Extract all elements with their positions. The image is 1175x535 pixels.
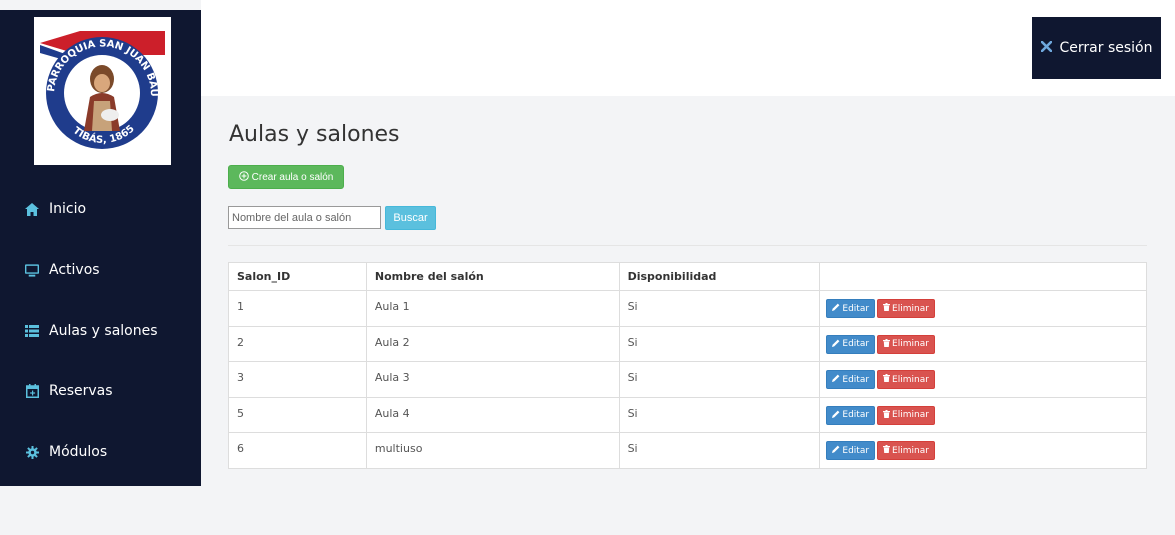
edit-button[interactable]: Editar	[826, 334, 876, 354]
table-row: 1 Aula 1 Si Editar Eliminar	[228, 290, 1147, 327]
trash-icon	[883, 445, 891, 456]
cell-availability: Si	[618, 361, 821, 398]
close-icon	[1040, 40, 1052, 56]
cell-name: Aula 3	[365, 361, 620, 398]
column-header-actions	[819, 262, 1147, 291]
cell-salon-id: 2	[228, 325, 367, 362]
cell-name: Aula 1	[365, 290, 620, 327]
edit-button[interactable]: Editar	[826, 441, 876, 460]
delete-label: Eliminar	[892, 374, 929, 385]
sidebar-item-modulos[interactable]: Módulos	[0, 432, 201, 472]
cell-availability: Si	[618, 432, 821, 469]
table-row: 3 Aula 3 Si Editar Eliminar	[228, 361, 1147, 398]
sidebar-item-aulas-y-salones[interactable]: Aulas y salones	[0, 311, 201, 351]
cell-availability: Si	[618, 325, 821, 362]
delete-button[interactable]: Eliminar	[877, 405, 935, 425]
trash-icon	[883, 338, 891, 350]
sidebar-item-label: Activos	[49, 262, 100, 278]
column-header-availability: Disponibilidad	[618, 262, 821, 291]
trash-icon	[883, 303, 891, 314]
edit-label: Editar	[842, 410, 870, 420]
create-classroom-button[interactable]: Crear aula o salón	[228, 165, 344, 189]
column-header-salon-id: Salon_ID	[228, 262, 367, 291]
divider	[228, 245, 1147, 246]
edit-button[interactable]: Editar	[826, 370, 876, 389]
trash-icon	[883, 374, 891, 385]
trash-icon	[883, 409, 891, 421]
delete-button[interactable]: Eliminar	[877, 441, 935, 460]
pencil-icon	[832, 445, 840, 456]
sidebar-item-inicio[interactable]: Inicio	[0, 189, 201, 229]
cell-salon-id: 5	[228, 396, 367, 433]
classrooms-table: Salon_ID Nombre del salón Disponibilidad…	[228, 262, 1147, 469]
create-label: Crear aula o salón	[251, 171, 334, 183]
delete-button[interactable]: Eliminar	[877, 334, 935, 354]
cell-actions: Editar Eliminar	[819, 396, 1147, 433]
pencil-icon	[832, 339, 840, 350]
edit-button[interactable]: Editar	[826, 405, 876, 425]
edit-label: Editar	[842, 303, 870, 314]
sidebar-item-label: Inicio	[49, 201, 87, 217]
cell-name: multiuso	[365, 432, 620, 469]
pencil-icon	[832, 374, 840, 385]
logout-label: Cerrar sesión	[1059, 40, 1153, 56]
cell-name: Aula 2	[365, 325, 620, 362]
table-row: 5 Aula 4 Si Editar Eliminar	[228, 396, 1147, 433]
calendar-plus-icon	[25, 384, 39, 398]
cell-salon-id: 1	[228, 290, 367, 327]
cell-actions: Editar Eliminar	[819, 361, 1147, 398]
delete-label: Eliminar	[892, 303, 929, 314]
cell-actions: Editar Eliminar	[819, 290, 1147, 327]
sidebar-item-label: Reservas	[49, 383, 113, 399]
edit-label: Editar	[842, 339, 870, 349]
delete-button[interactable]: Eliminar	[877, 299, 935, 318]
sidebar: PARROQUIA SAN JUAN BAUTISTA TIBÁS, 1865 …	[0, 10, 201, 486]
pencil-icon	[832, 410, 840, 421]
delete-label: Eliminar	[892, 445, 929, 456]
plus-circle-icon	[238, 170, 249, 184]
search-button[interactable]: Buscar	[385, 206, 436, 230]
table-row: 6 multiuso Si Editar Eliminar	[228, 432, 1147, 469]
sidebar-item-reservas[interactable]: Reservas	[0, 371, 201, 411]
cell-actions: Editar Eliminar	[819, 325, 1147, 362]
top-bar: Cerrar sesión	[201, 0, 1175, 96]
sidebar-item-activos[interactable]: Activos	[0, 250, 201, 290]
cell-name: Aula 4	[365, 396, 620, 433]
column-header-name: Nombre del salón	[365, 262, 620, 291]
cell-salon-id: 6	[228, 432, 367, 469]
sidebar-item-label: Aulas y salones	[49, 323, 158, 339]
delete-button[interactable]: Eliminar	[877, 370, 935, 389]
home-icon	[25, 202, 39, 216]
edit-button[interactable]: Editar	[826, 299, 876, 318]
list-icon	[25, 324, 39, 338]
page-title: Aulas y salones	[229, 122, 400, 147]
cell-availability: Si	[618, 290, 821, 327]
table-row: 2 Aula 2 Si Editar Eliminar	[228, 325, 1147, 362]
search-input[interactable]	[228, 206, 381, 229]
cell-availability: Si	[618, 396, 821, 433]
cell-actions: Editar Eliminar	[819, 432, 1147, 469]
logout-button[interactable]: Cerrar sesión	[1032, 17, 1161, 79]
table-header-row: Salon_ID Nombre del salón Disponibilidad	[228, 262, 1147, 291]
cell-salon-id: 3	[228, 361, 367, 398]
edit-label: Editar	[842, 445, 870, 456]
sidebar-item-label: Módulos	[49, 444, 108, 460]
gear-icon	[25, 445, 39, 459]
edit-label: Editar	[842, 374, 870, 385]
delete-label: Eliminar	[892, 410, 929, 420]
pencil-icon	[832, 303, 840, 314]
logo: PARROQUIA SAN JUAN BAUTISTA TIBÁS, 1865	[34, 17, 171, 165]
delete-label: Eliminar	[892, 339, 929, 349]
monitor-icon	[25, 263, 39, 277]
